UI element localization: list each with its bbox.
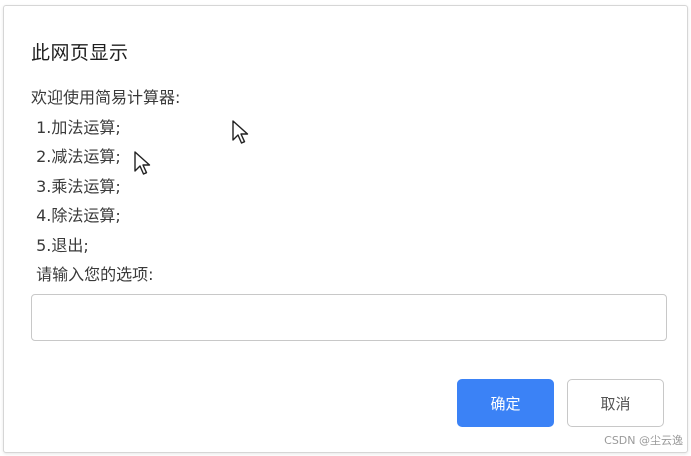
ok-button[interactable]: 确定 xyxy=(457,379,554,427)
watermark: CSDN @尘云逸 xyxy=(604,434,683,447)
dialog-title: 此网页显示 xyxy=(31,42,129,64)
dialog-message: 欢迎使用简易计算器: 1.加法运算; 2.减法运算; 3.乘法运算; 4.除法运… xyxy=(31,86,180,293)
message-line-option-multiply: 3.乘法运算; xyxy=(31,176,121,196)
message-line-option-subtract: 2.减法运算; xyxy=(31,147,121,166)
message-line-option-add: 1.加法运算; xyxy=(31,117,121,137)
cancel-button[interactable]: 取消 xyxy=(567,379,664,427)
message-line-option-divide: 4.除法运算; xyxy=(31,206,121,225)
prompt-dialog: 此网页显示 欢迎使用简易计算器: 1.加法运算; 2.减法运算; 3.乘法运算;… xyxy=(3,5,688,453)
message-line-welcome: 欢迎使用简易计算器: xyxy=(31,88,181,107)
mouse-pointer-icon xyxy=(134,151,151,175)
message-line-option-exit: 5.退出; xyxy=(31,235,89,255)
prompt-input[interactable] xyxy=(31,294,667,341)
mouse-pointer-icon xyxy=(232,120,249,144)
message-line-prompt: 请输入您的选项: xyxy=(31,265,154,284)
